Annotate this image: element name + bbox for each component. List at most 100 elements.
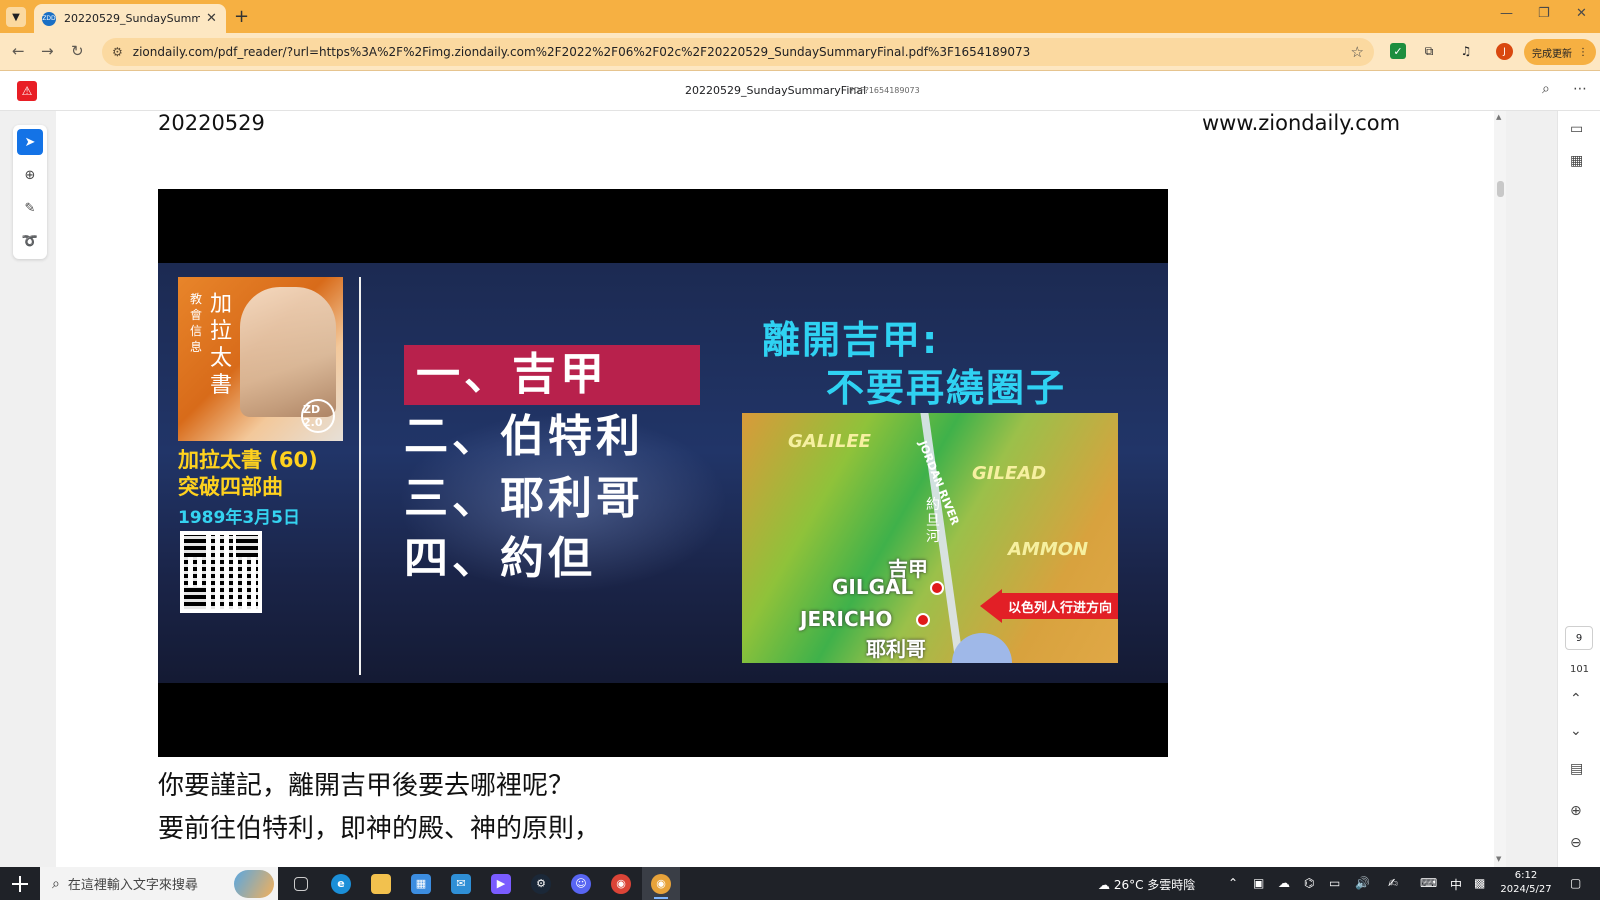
ime-mode-icon[interactable]: ▩: [1474, 876, 1485, 890]
system-clock[interactable]: 6:12 2024/5/27: [1496, 869, 1556, 897]
windows-taskbar: ⌕ 在這裡輸入文字來搜尋 e ▦ ✉ ▶ ⚙ ☺ ◉ ◉ ☁ 26°C 多雲時陰…: [0, 867, 1600, 900]
next-page-icon[interactable]: ⌄: [1570, 723, 1582, 739]
network-icon[interactable]: ▭: [1329, 876, 1340, 890]
taskbar-task-view[interactable]: [282, 867, 320, 900]
zoom-out-icon[interactable]: ⊖: [1570, 835, 1582, 851]
navigation-bar: ← → ↻ ⚙ ziondaily.com/pdf_reader/?url=ht…: [0, 33, 1600, 71]
bookmark-star-icon[interactable]: ☆: [1351, 43, 1364, 61]
forward-icon[interactable]: →: [41, 42, 54, 60]
series-date: 1989年3月5日: [178, 508, 300, 528]
steam-icon: ⚙: [531, 873, 551, 894]
headline-line-1: 離開吉甲:: [762, 318, 940, 362]
pdf-page: 20220529 www.ziondaily.com 教會信息 加拉太書 ZD …: [56, 111, 1494, 867]
back-icon[interactable]: ←: [12, 42, 25, 60]
right-tool-rail: ▭ ▦ 9 101 ⌃ ⌄ ▤ ⊕ ⊖: [1557, 111, 1600, 867]
url-text[interactable]: ziondaily.com/pdf_reader/?url=https%3A%2…: [133, 45, 1351, 59]
map-jericho-cn: 耶利哥: [866, 637, 926, 661]
current-page-input[interactable]: 9: [1565, 626, 1593, 650]
taskbar-edge[interactable]: e: [322, 867, 360, 900]
extensions-puzzle-icon[interactable]: ⧉: [1421, 43, 1437, 59]
clock-time: 6:12: [1514, 870, 1538, 881]
mail-icon: ✉: [451, 873, 471, 894]
arrow-left-icon: [980, 589, 1002, 623]
page-scrollbar[interactable]: ▲ ▼: [1494, 111, 1506, 867]
restore-icon[interactable]: ❐: [1538, 6, 1550, 21]
notification-icon[interactable]: ▢: [1570, 876, 1581, 890]
page-document-icon[interactable]: ▤: [1570, 761, 1583, 777]
window-close-icon[interactable]: ✕: [1576, 6, 1587, 21]
pdf-toolbar: ⚠ 20220529_SundaySummaryFinal PDF?165418…: [0, 71, 1600, 111]
qr-pattern-overlay: [184, 535, 258, 609]
zoom-in-icon[interactable]: ⊕: [1570, 803, 1582, 819]
cover-subtitle: 教會信息: [190, 292, 203, 354]
taskbar-steam[interactable]: ⚙: [522, 867, 560, 900]
total-pages: 101: [1569, 664, 1590, 675]
taskbar-search-icon: ⌕: [52, 875, 60, 892]
close-icon[interactable]: ✕: [206, 11, 217, 26]
taskbar-file-explorer[interactable]: [362, 867, 400, 900]
direction-arrow-label: 以色列人行进方向: [1002, 593, 1118, 619]
taskbar-search[interactable]: ⌕ 在這裡輸入文字來搜尋: [40, 867, 278, 900]
keyboard-icon[interactable]: ⌨: [1420, 876, 1437, 890]
map-gilgal: GILGAL: [832, 575, 914, 599]
point-4: 四、約但: [404, 533, 596, 584]
map-river-label-cn: 約旦河: [926, 497, 940, 545]
onedrive-icon[interactable]: ☁: [1278, 876, 1290, 890]
taskbar-search-placeholder: 在這裡輸入文字來搜尋: [67, 878, 198, 893]
previous-page-icon[interactable]: ⌃: [1570, 691, 1582, 707]
headline-line-2: 不要再繞圈子: [826, 366, 1067, 410]
windows-start-icon[interactable]: [12, 876, 28, 892]
highlight-pen-icon[interactable]: ✎: [17, 195, 43, 221]
site-info-icon[interactable]: ⚙: [112, 45, 123, 59]
more-options-icon[interactable]: ⋯: [1573, 81, 1587, 97]
tab-active[interactable]: ZDD 20220529_SundaySummaryFinal.pdf ✕: [34, 4, 226, 33]
reload-icon[interactable]: ↻: [71, 42, 84, 60]
israel-map: GALILEE GILEAD AMMON JORDAN RIVER 約旦河 吉甲…: [742, 413, 1118, 663]
profile-avatar[interactable]: J: [1496, 43, 1513, 60]
taskbar-mail[interactable]: ✉: [442, 867, 480, 900]
volume-icon[interactable]: 🔊: [1355, 876, 1370, 890]
dead-sea-area: [952, 633, 1012, 663]
map-region-galilee: GALILEE: [788, 431, 871, 452]
series-title-line-1: 加拉太書 (60): [178, 448, 318, 472]
tray-app-icon[interactable]: ▣: [1253, 876, 1264, 890]
search-icon[interactable]: ⌕: [1542, 81, 1550, 97]
minimize-icon[interactable]: —: [1500, 6, 1513, 21]
jericho-marker: [916, 613, 930, 627]
taskbar-chrome[interactable]: ◉: [642, 867, 680, 900]
sermon-slide-image: 教會信息 加拉太書 ZD 2.0 加拉太書 (60) 突破四部曲 1989年3月…: [158, 189, 1168, 757]
map-region-gilead: GILEAD: [972, 463, 1047, 484]
taskbar-copilot[interactable]: ▶: [482, 867, 520, 900]
left-tool-rail: ➤ ⊕ ✎ ➰: [0, 111, 56, 867]
update-button[interactable]: 完成更新 ⋮: [1524, 39, 1596, 65]
point-1: 一、吉甲: [404, 345, 700, 405]
pen-icon[interactable]: ✍: [1388, 876, 1398, 890]
media-control-icon[interactable]: ♫: [1458, 43, 1474, 59]
tab-title: 20220529_SundaySummaryFinal.pdf: [64, 12, 200, 25]
ime-language[interactable]: 中: [1450, 876, 1462, 893]
new-tab-button[interactable]: +: [234, 6, 249, 27]
taskbar-chrome-canary[interactable]: ◉: [602, 867, 640, 900]
book-cover: 教會信息 加拉太書 ZD 2.0: [178, 277, 343, 441]
add-comment-icon[interactable]: ⊕: [17, 162, 43, 188]
address-bar[interactable]: ⚙ ziondaily.com/pdf_reader/?url=https%3A…: [102, 38, 1374, 66]
taskbar-discord[interactable]: ☺: [562, 867, 600, 900]
scroll-thumb[interactable]: [1497, 181, 1504, 197]
comments-icon[interactable]: ▭: [1570, 121, 1583, 137]
usb-icon[interactable]: ⌬: [1304, 876, 1314, 890]
qr-code-image: [180, 531, 262, 613]
direction-arrow: 以色列人行进方向: [980, 589, 1118, 623]
chrome-active-icon: ◉: [651, 873, 671, 894]
weather-widget[interactable]: ☁ 26°C 多雲時陰: [1098, 876, 1195, 893]
copilot-icon: ▶: [491, 873, 511, 894]
scroll-down-icon[interactable]: ▼: [1496, 855, 1501, 863]
page-header-date: 20220529: [158, 111, 265, 135]
select-cursor-icon[interactable]: ➤: [17, 129, 43, 155]
extension-check-icon[interactable]: ✓: [1390, 43, 1406, 59]
taskbar-store[interactable]: ▦: [402, 867, 440, 900]
lasso-draw-icon[interactable]: ➰: [17, 228, 43, 254]
thumbnails-grid-icon[interactable]: ▦: [1570, 153, 1583, 169]
scroll-up-icon[interactable]: ▲: [1496, 113, 1501, 121]
tray-expand-icon[interactable]: ⌃: [1228, 876, 1238, 890]
tab-search-button[interactable]: ▼: [6, 7, 26, 27]
